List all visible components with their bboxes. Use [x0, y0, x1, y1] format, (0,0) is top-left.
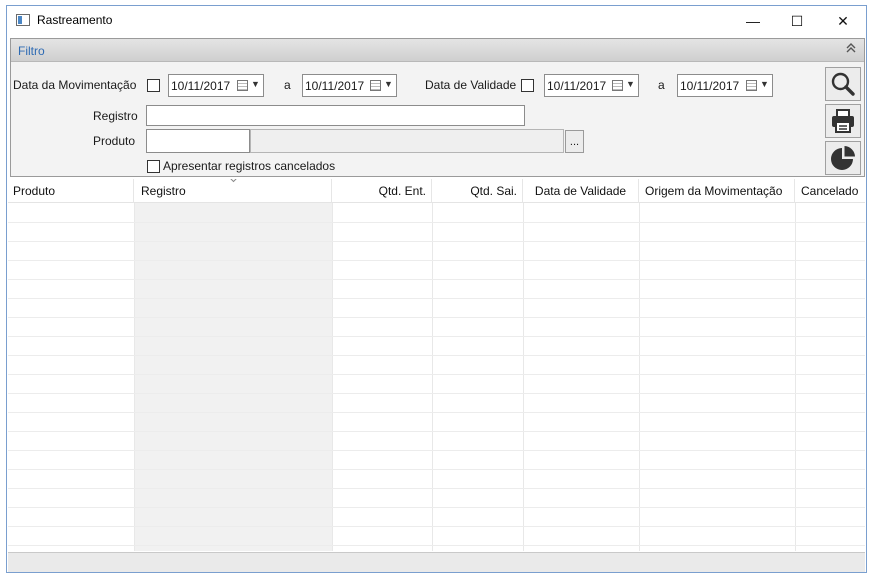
expiry-date-to-value: 10/11/2017	[680, 79, 740, 93]
grid-header: Produto Registro Qtd. Ent. Qtd. Sai. Dat…	[8, 179, 865, 203]
row-divider	[8, 393, 865, 394]
calendar-icon[interactable]	[612, 80, 623, 91]
calendar-icon[interactable]	[237, 80, 248, 91]
dropdown-arrow-icon[interactable]: ▼	[384, 79, 393, 89]
expiry-date-from-picker[interactable]: 10/11/2017 ▼	[544, 74, 639, 97]
window-title: Rastreamento	[37, 13, 113, 27]
produto-label: Produto	[93, 134, 136, 148]
row-divider	[8, 450, 865, 451]
search-icon	[831, 72, 855, 96]
expiry-date-checkbox[interactable]	[521, 79, 534, 92]
results-grid[interactable]: Produto Registro Qtd. Ent. Qtd. Sai. Dat…	[8, 179, 865, 551]
row-divider	[8, 222, 865, 223]
title-bar[interactable]: Rastreamento — ☐ ✕	[7, 6, 866, 36]
row-divider	[8, 488, 865, 489]
column-header-produto[interactable]: Produto	[8, 179, 134, 203]
app-icon	[16, 14, 30, 26]
printer-icon	[832, 109, 854, 133]
dropdown-arrow-icon[interactable]: ▼	[251, 79, 260, 89]
movement-date-to-value: 10/11/2017	[305, 79, 365, 93]
row-divider	[8, 526, 865, 527]
column-header-origem[interactable]: Origem da Movimentação	[639, 179, 795, 203]
double-chevron-up-icon	[846, 43, 856, 53]
column-divider	[332, 203, 333, 551]
movement-date-checkbox[interactable]	[147, 79, 160, 92]
row-divider	[8, 469, 865, 470]
row-divider	[8, 336, 865, 337]
show-cancelled-label: Apresentar registros cancelados	[163, 159, 336, 173]
movement-date-label: Data da Movimentação	[13, 78, 137, 92]
column-header-qtd-ent[interactable]: Qtd. Ent.	[332, 179, 432, 203]
row-divider	[8, 412, 865, 413]
row-divider	[8, 241, 865, 242]
print-button[interactable]	[825, 104, 861, 138]
row-divider	[8, 374, 865, 375]
chart-button[interactable]	[825, 141, 861, 175]
filter-panel: Filtro Data da Movimentação 10/11/2017 ▼…	[10, 38, 865, 177]
column-header-registro[interactable]: Registro	[134, 179, 332, 203]
registro-input[interactable]	[146, 105, 525, 126]
row-divider	[8, 507, 865, 508]
movement-date-from-picker[interactable]: 10/11/2017 ▼	[168, 74, 264, 97]
expiry-date-from-value: 10/11/2017	[547, 79, 607, 93]
status-bar	[8, 552, 865, 572]
filter-title: Filtro	[18, 44, 45, 58]
search-button[interactable]	[825, 67, 861, 101]
column-header-qtd-sai[interactable]: Qtd. Sai.	[432, 179, 523, 203]
expiry-date-label: Data de Validade	[425, 78, 517, 92]
dropdown-arrow-icon[interactable]: ▼	[760, 79, 769, 89]
column-header-data-validade[interactable]: Data de Validade	[523, 179, 639, 203]
column-divider	[523, 203, 524, 551]
row-divider	[8, 545, 865, 546]
row-divider	[8, 431, 865, 432]
column-header-cancelado[interactable]: Cancelado	[795, 179, 865, 203]
registro-label: Registro	[93, 109, 138, 123]
collapse-icon[interactable]	[846, 42, 856, 57]
close-button[interactable]: ✕	[820, 6, 866, 36]
column-divider	[134, 203, 135, 551]
rastreamento-window: Rastreamento — ☐ ✕ Filtro Data da Movime…	[6, 5, 867, 573]
row-divider	[8, 317, 865, 318]
row-divider	[8, 279, 865, 280]
movement-date-from-value: 10/11/2017	[171, 79, 231, 93]
movement-date-separator: a	[284, 78, 291, 92]
column-divider	[795, 203, 796, 551]
show-cancelled-checkbox[interactable]	[147, 160, 160, 173]
produto-lookup-button[interactable]: ...	[565, 130, 584, 153]
expiry-date-to-picker[interactable]: 10/11/2017 ▼	[677, 74, 773, 97]
row-divider	[8, 355, 865, 356]
sort-chevron-icon	[229, 179, 238, 185]
calendar-icon[interactable]	[370, 80, 381, 91]
pie-chart-icon	[831, 146, 855, 170]
produto-description-field	[250, 129, 564, 153]
column-header-registro-label: Registro	[141, 184, 186, 198]
column-divider	[432, 203, 433, 551]
calendar-icon[interactable]	[746, 80, 757, 91]
column-divider	[639, 203, 640, 551]
row-divider	[8, 298, 865, 299]
expiry-date-separator: a	[658, 78, 665, 92]
row-divider	[8, 260, 865, 261]
filter-header[interactable]: Filtro	[11, 39, 864, 62]
sorted-column-shade	[134, 203, 332, 551]
produto-code-input[interactable]	[146, 129, 250, 153]
minimize-button[interactable]: —	[730, 6, 776, 36]
dropdown-arrow-icon[interactable]: ▼	[626, 79, 635, 89]
maximize-button[interactable]: ☐	[774, 6, 820, 36]
movement-date-to-picker[interactable]: 10/11/2017 ▼	[302, 74, 397, 97]
